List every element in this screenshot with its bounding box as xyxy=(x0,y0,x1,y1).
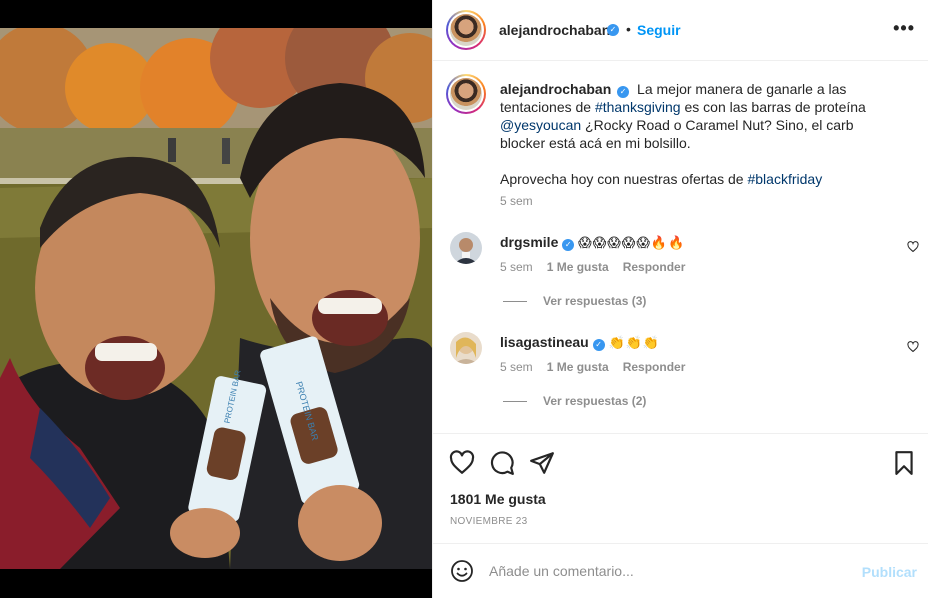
comment-composer: Publicar xyxy=(433,543,928,598)
view-replies-label: Ver respuestas (2) xyxy=(543,394,647,408)
more-options-icon[interactable]: ••• xyxy=(893,18,915,39)
separator-dot: • xyxy=(626,21,631,37)
caption-text: Aprovecha hoy con nuestras ofertas de xyxy=(500,171,748,187)
post-actions: 1801 Me gusta NOVIEMBRE 23 xyxy=(433,433,928,543)
author-avatar[interactable] xyxy=(446,10,486,50)
publish-button[interactable]: Publicar xyxy=(862,564,917,580)
view-replies-button[interactable]: Ver respuestas (3) xyxy=(503,294,646,308)
comment-like-count[interactable]: 1 Me gusta xyxy=(547,360,609,374)
comment-text: 😱😱😱😱😱🔥🔥 xyxy=(578,236,686,251)
caption-timestamp[interactable]: 5 sem xyxy=(500,194,533,208)
replies-divider xyxy=(503,401,527,403)
verified-badge-icon: ✓ xyxy=(562,239,575,251)
caption-text: es con las barras de proteína xyxy=(680,99,866,115)
reply-button[interactable]: Responder xyxy=(623,360,686,374)
comment-input[interactable] xyxy=(489,558,849,584)
replies-divider xyxy=(503,301,527,303)
mention-link[interactable]: @yesyoucan xyxy=(500,117,581,133)
reply-button[interactable]: Responder xyxy=(623,260,686,274)
view-replies-label: Ver respuestas (3) xyxy=(543,294,647,308)
follow-button[interactable]: Seguir xyxy=(637,22,681,38)
hashtag-link[interactable]: #blackfriday xyxy=(747,171,822,187)
commenter-username[interactable]: drgsmile xyxy=(500,234,558,250)
caption-author-username[interactable]: alejandrochaban xyxy=(500,81,611,97)
comment-bubble-icon[interactable] xyxy=(489,450,515,476)
commenter-avatar[interactable] xyxy=(450,232,482,264)
heart-icon[interactable] xyxy=(449,450,475,476)
comment-timestamp[interactable]: 5 sem xyxy=(500,260,533,274)
commenter-avatar[interactable] xyxy=(450,332,482,364)
post-side-panel: alejandrochaban ✓ • Seguir ••• alejandro… xyxy=(432,0,928,598)
comment-timestamp[interactable]: 5 sem xyxy=(500,360,533,374)
view-replies-button[interactable]: Ver respuestas (2) xyxy=(503,394,646,408)
author-username[interactable]: alejandrochaban xyxy=(499,22,610,38)
comment-like-count[interactable]: 1 Me gusta xyxy=(547,260,609,274)
post-header: alejandrochaban ✓ • Seguir ••• xyxy=(433,0,928,61)
commenter-username[interactable]: lisagastineau xyxy=(500,334,589,350)
caption-author-avatar[interactable] xyxy=(446,74,486,114)
smiley-icon[interactable] xyxy=(450,559,474,583)
verified-badge-icon: ✓ xyxy=(592,339,605,351)
bookmark-icon[interactable] xyxy=(891,450,917,476)
comment-like-heart-icon[interactable] xyxy=(907,341,919,353)
like-count[interactable]: 1801 Me gusta xyxy=(450,491,546,507)
post-media: PROTEIN BAR PROTEIN BAR xyxy=(0,0,432,598)
post-photo[interactable]: PROTEIN BAR PROTEIN BAR xyxy=(0,28,432,569)
comment-text: 👏👏👏 xyxy=(608,336,661,351)
post-caption: alejandrochaban ✓ La mejor manera de gan… xyxy=(500,80,900,206)
comments-section[interactable]: alejandrochaban ✓ La mejor manera de gan… xyxy=(433,62,928,433)
verified-badge-icon: ✓ xyxy=(617,86,630,98)
hashtag-link[interactable]: #thanksgiving xyxy=(595,99,681,115)
post-date[interactable]: NOVIEMBRE 23 xyxy=(450,516,528,527)
verified-badge-icon: ✓ xyxy=(607,24,619,36)
paper-plane-icon[interactable] xyxy=(529,450,555,476)
comment-like-heart-icon[interactable] xyxy=(907,241,919,253)
photo-illustration: PROTEIN BAR PROTEIN BAR xyxy=(0,28,432,569)
